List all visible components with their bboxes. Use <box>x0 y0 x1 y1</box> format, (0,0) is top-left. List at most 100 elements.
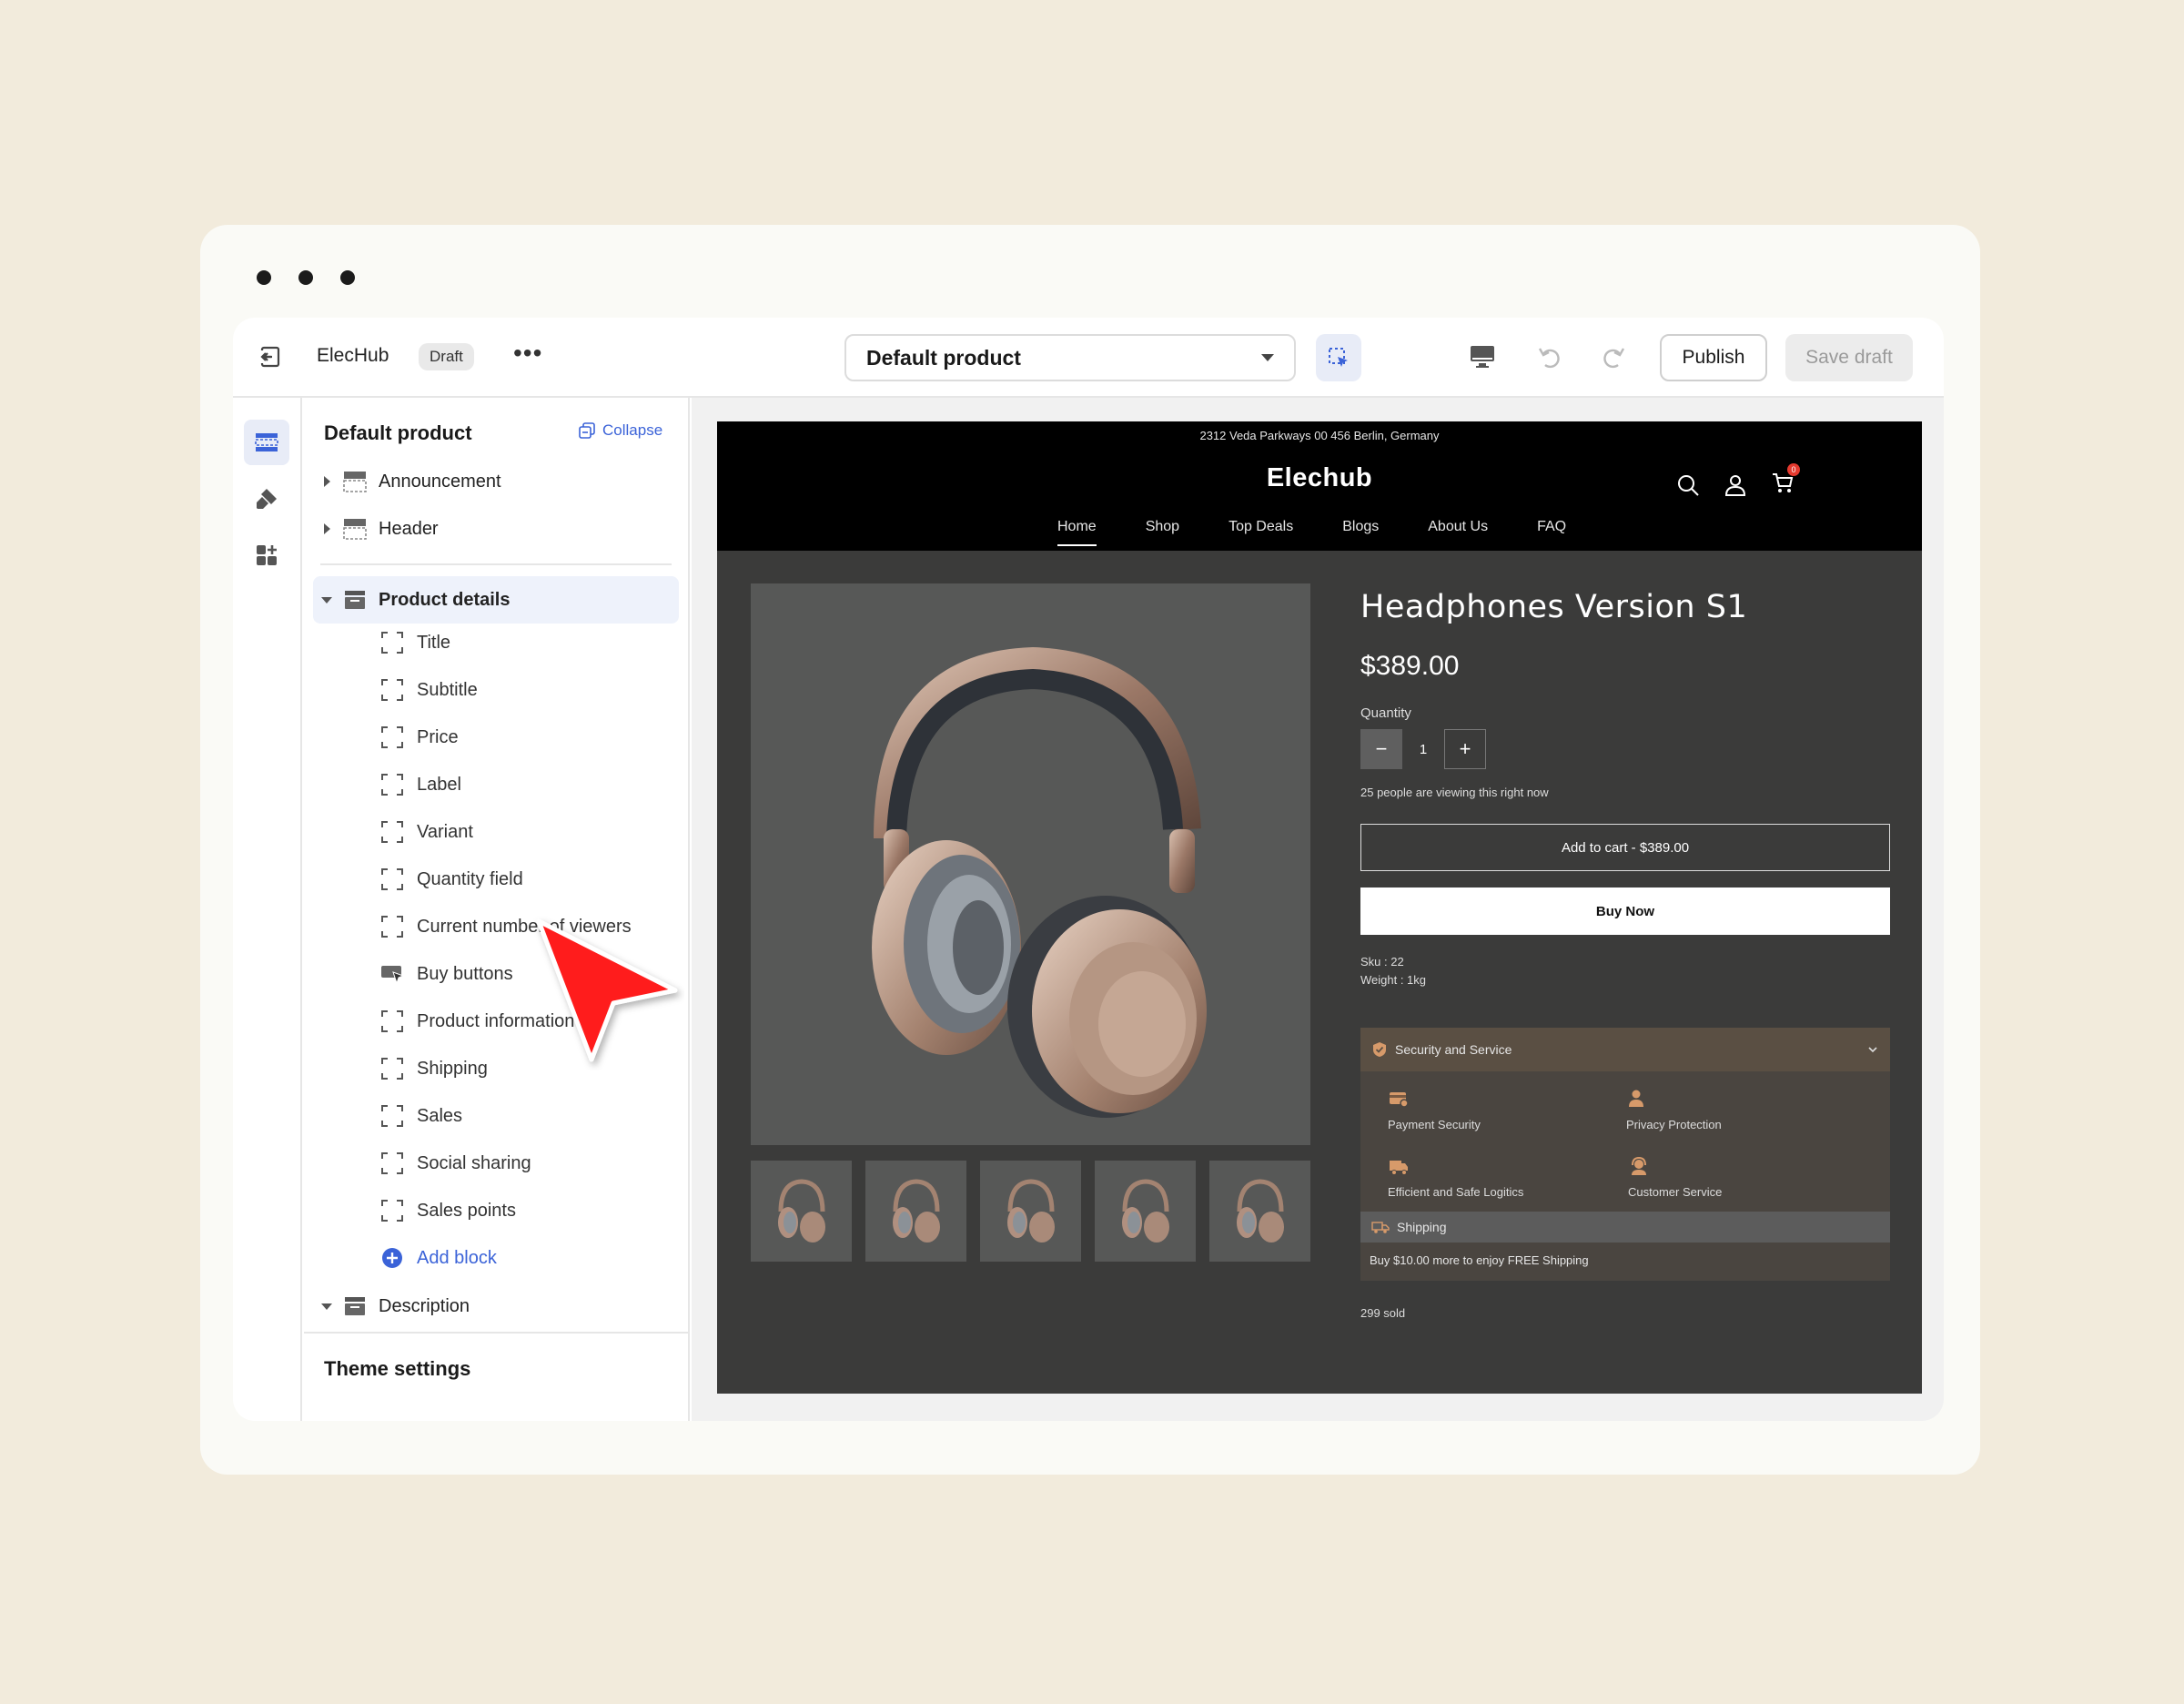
chevron-down-icon <box>1261 354 1274 361</box>
section-label: Header <box>379 518 439 539</box>
headphones-thumb-icon <box>777 1178 825 1242</box>
more-options-button[interactable]: ••• <box>513 340 542 367</box>
product-section-icon <box>345 591 365 609</box>
block-frame-icon <box>381 1058 403 1080</box>
block-frame-icon <box>381 1105 403 1127</box>
buy-now-button[interactable]: Buy Now <box>1360 888 1890 935</box>
expand-icon[interactable] <box>317 476 337 487</box>
shipping-header: Shipping <box>1360 1212 1890 1242</box>
product-price: $389.00 <box>1360 651 1460 681</box>
shipping-text: Buy $10.00 more to enjoy FREE Shipping <box>1370 1253 1589 1267</box>
search-icon[interactable] <box>1676 473 1700 497</box>
nav-home[interactable]: Home <box>1057 519 1097 546</box>
block-price[interactable]: Price <box>380 719 459 756</box>
nav-about-us[interactable]: About Us <box>1428 519 1488 535</box>
undo-icon[interactable] <box>1534 341 1565 372</box>
block-label: Subtitle <box>417 679 478 700</box>
cart-button[interactable]: 0 <box>1771 463 1800 499</box>
block-frame-icon <box>381 868 403 890</box>
nav-blogs[interactable]: Blogs <box>1342 519 1379 535</box>
headphones-thumb-icon <box>892 1178 940 1242</box>
section-header[interactable]: Header <box>313 505 679 553</box>
block-frame-icon <box>381 679 403 701</box>
block-frame-icon <box>381 726 403 748</box>
security-service-panel: Security and Service Payment Security Pr… <box>1360 1028 1890 1215</box>
theme-settings-footer[interactable]: Theme settings <box>304 1332 688 1421</box>
feature-safe-logistics: Efficient and Safe Logitics <box>1388 1155 1523 1199</box>
account-icon[interactable] <box>1724 473 1747 497</box>
block-label: Social sharing <box>417 1152 531 1173</box>
save-draft-button[interactable]: Save draft <box>1785 334 1913 381</box>
panel-title: Default product <box>324 421 472 444</box>
cart-count-badge: 0 <box>1787 463 1800 476</box>
store-preview: 2312 Veda Parkways 00 456 Berlin, German… <box>717 421 1922 1394</box>
paintbrush-icon <box>257 489 277 509</box>
rail-sections[interactable] <box>244 420 289 465</box>
block-label: Label <box>417 774 461 795</box>
publish-button[interactable]: Publish <box>1660 334 1767 381</box>
shipping-truck-icon <box>1371 1222 1390 1233</box>
block-title[interactable]: Title <box>380 624 450 661</box>
redo-icon[interactable] <box>1598 341 1629 372</box>
section-product-details[interactable]: Product details <box>313 576 679 624</box>
template-select[interactable]: Default product <box>844 334 1296 381</box>
block-shipping[interactable]: Shipping <box>380 1050 488 1087</box>
rail-theme-settings[interactable] <box>244 476 289 522</box>
block-buy-buttons[interactable]: Buy buttons <box>380 956 513 992</box>
window-dot[interactable] <box>298 270 313 285</box>
block-sales-points[interactable]: Sales points <box>380 1192 516 1229</box>
block-quantity-field[interactable]: Quantity field <box>380 861 523 898</box>
collapse-section-icon[interactable] <box>317 596 337 604</box>
collapse-section-icon[interactable] <box>317 1303 337 1310</box>
headphones-image <box>872 646 1207 1118</box>
block-label-item[interactable]: Label <box>380 766 461 803</box>
product-thumbnail[interactable] <box>751 1161 852 1262</box>
product-main-image[interactable] <box>751 583 1310 1145</box>
nav-shop[interactable]: Shop <box>1146 519 1179 535</box>
block-label: Quantity field <box>417 868 523 889</box>
section-description[interactable]: Description <box>313 1283 679 1330</box>
quantity-decrease-button[interactable]: − <box>1360 729 1402 769</box>
store-name: ElecHub <box>317 345 389 366</box>
window-dot[interactable] <box>340 270 355 285</box>
window-dot[interactable] <box>257 270 271 285</box>
block-variant[interactable]: Variant <box>380 814 473 850</box>
block-frame-icon <box>381 1152 403 1174</box>
product-meta: Sku : 22 Weight : 1kg <box>1360 953 1426 989</box>
headset-icon <box>1632 1156 1646 1175</box>
quantity-label: Quantity <box>1360 705 1411 721</box>
quantity-increase-button[interactable]: + <box>1444 729 1486 769</box>
store-header: 2312 Veda Parkways 00 456 Berlin, German… <box>717 421 1922 551</box>
add-block-label: Add block <box>417 1247 497 1268</box>
quantity-stepper: − 1 + <box>1360 729 1486 769</box>
inspector-button[interactable] <box>1316 334 1361 381</box>
nav-top-deals[interactable]: Top Deals <box>1228 519 1293 535</box>
security-service-header[interactable]: Security and Service <box>1360 1028 1890 1071</box>
feature-privacy-protection: Privacy Protection <box>1626 1088 1722 1131</box>
collapse-button[interactable]: Collapse <box>579 421 662 440</box>
block-subtitle[interactable]: Subtitle <box>380 672 478 708</box>
rail-apps[interactable] <box>244 532 289 578</box>
template-select-value: Default product <box>866 345 1021 370</box>
select-cursor-icon <box>1329 348 1348 367</box>
product-thumbnail[interactable] <box>1209 1161 1310 1262</box>
block-sales[interactable]: Sales <box>380 1098 462 1134</box>
expand-icon[interactable] <box>317 523 337 534</box>
add-circle-icon <box>382 1248 402 1268</box>
product-thumbnail[interactable] <box>980 1161 1081 1262</box>
product-thumbnail[interactable] <box>1095 1161 1196 1262</box>
section-announcement[interactable]: Announcement <box>313 458 679 505</box>
nav-faq[interactable]: FAQ <box>1537 519 1566 535</box>
add-to-cart-button[interactable]: Add to cart - $389.00 <box>1360 824 1890 871</box>
block-label: Shipping <box>417 1058 488 1079</box>
add-block-button[interactable]: Add block <box>380 1240 497 1276</box>
exit-icon[interactable] <box>257 343 284 370</box>
block-frame-icon <box>381 1010 403 1032</box>
product-thumbnail[interactable] <box>865 1161 966 1262</box>
desktop-icon[interactable] <box>1467 341 1498 372</box>
section-label: Product details <box>379 589 511 610</box>
block-label: Variant <box>417 821 473 842</box>
block-social-sharing[interactable]: Social sharing <box>380 1145 531 1182</box>
product-section-icon <box>345 1297 365 1315</box>
quantity-value[interactable]: 1 <box>1402 729 1444 769</box>
